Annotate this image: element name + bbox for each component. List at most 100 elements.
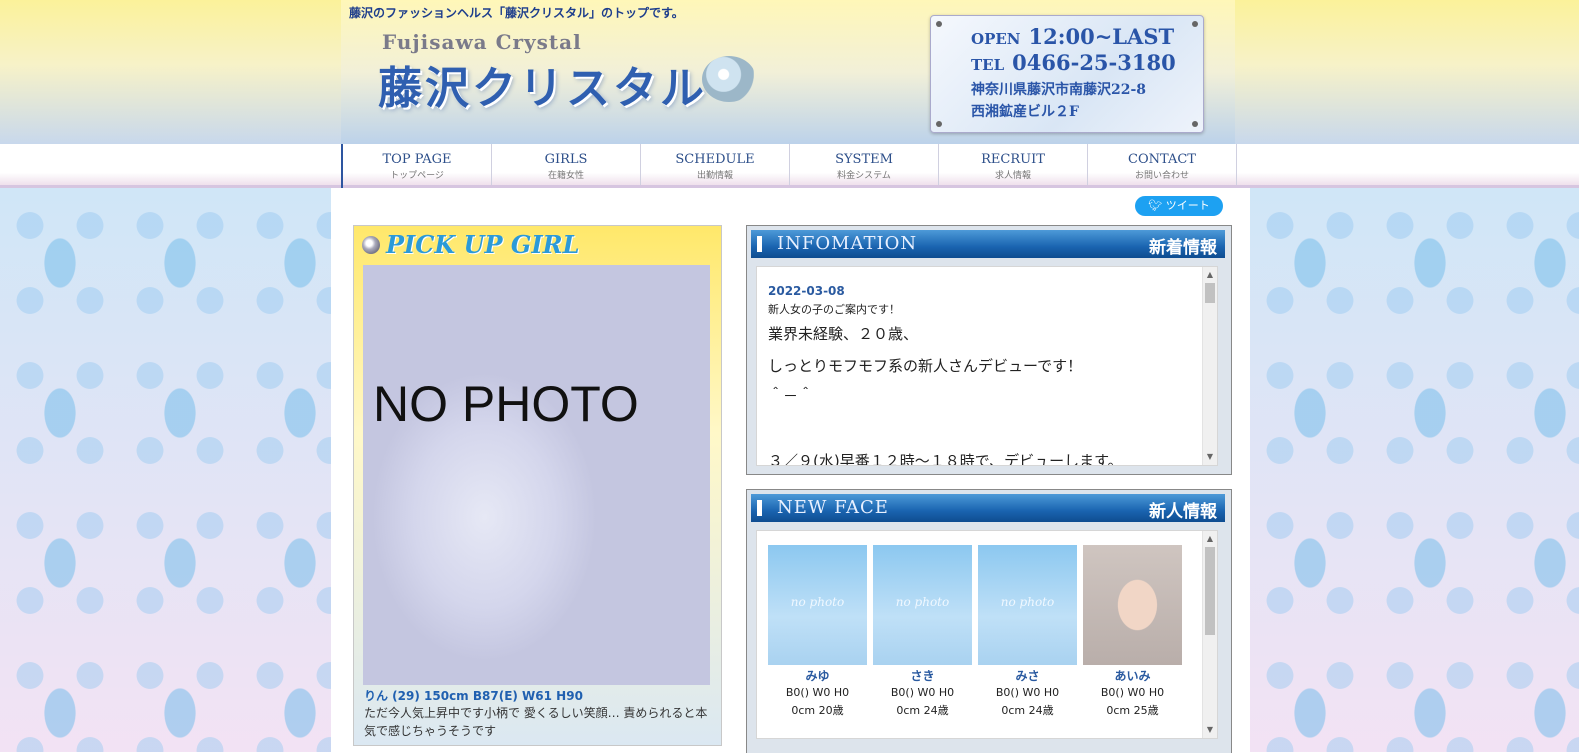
girl-measurements: B0() W0 H0 <box>785 686 850 699</box>
nav-item-sublabel: 出勤情報 <box>696 171 733 181</box>
info-line: 業界未経験、２０歳、 <box>768 325 919 343</box>
info-line: しっとりモフモフ系の新人さんデビューです！ <box>768 357 1083 375</box>
logo-japanese[interactable]: 藤沢クリスタル <box>378 52 707 116</box>
nav-item-schedule[interactable]: SCHEDULE 出勤情報 <box>641 144 790 185</box>
new-face-card[interactable]: no photo さき B0() W0 H0 0cm 24歳 <box>873 545 972 720</box>
nav-item-label: SYSTEM <box>835 152 893 167</box>
nav-item-label: SCHEDULE <box>675 152 755 167</box>
screw-icon <box>936 21 942 27</box>
tweet-label: ツイート <box>1165 199 1210 212</box>
new-face-scroll-area[interactable]: no photo みゆ B0() W0 H0 0cm 20歳 no photo … <box>756 530 1218 739</box>
nav-item-system[interactable]: SYSTEM 料金システム <box>790 144 939 185</box>
nav-item-label: CONTACT <box>1128 152 1196 167</box>
no-photo-text: no photo <box>790 595 845 609</box>
scroll-thumb[interactable] <box>1205 283 1215 303</box>
girl-name[interactable]: みゆ <box>768 667 867 684</box>
scroll-down-icon[interactable]: ▼ <box>1203 451 1217 463</box>
girl-measurements: B0() W0 H0 <box>890 686 955 699</box>
header-bar-icon <box>757 236 762 252</box>
new-face-panel: NEW FACE 新人情報 no photo みゆ B0() W0 H0 0cm… <box>746 489 1232 753</box>
info-date: 2022-03-08 <box>768 284 845 298</box>
info-line: ３／９(水)早番１２時～１８時で、デビューします。 <box>768 452 1123 466</box>
screw-icon <box>1192 21 1198 27</box>
information-title-jp: 新着情報 <box>1149 238 1217 258</box>
no-photo-text: no photo <box>895 595 950 609</box>
tel-number[interactable]: 0466-25-3180 <box>1012 50 1176 75</box>
new-face-card[interactable]: あいみ B0() W0 H0 0cm 25歳 <box>1083 545 1182 720</box>
address-line-1: 神奈川県藤沢市南藤沢22-8 <box>971 82 1147 98</box>
pickup-title: PICK UP GIRL <box>386 230 580 259</box>
girl-name[interactable]: さき <box>873 667 972 684</box>
girl-photo[interactable]: no photo <box>873 545 972 665</box>
information-header: INFOMATION 新着情報 <box>751 230 1225 258</box>
site-header: 藤沢のファッションヘルス「藤沢クリスタル」のトップです。 Fujisawa Cr… <box>0 0 1579 144</box>
girl-name[interactable]: あいみ <box>1083 667 1182 684</box>
screw-icon <box>1192 121 1198 127</box>
scroll-up-icon[interactable]: ▲ <box>1203 269 1217 281</box>
new-face-card[interactable]: no photo みさ B0() W0 H0 0cm 24歳 <box>978 545 1077 720</box>
new-face-scrollbar[interactable]: ▲ ▼ <box>1202 531 1217 738</box>
screw-icon <box>936 121 942 127</box>
page-tagline: 藤沢のファッションヘルス「藤沢クリスタル」のトップです。 <box>349 6 684 20</box>
girl-height-age: 0cm 20歳 <box>791 704 844 717</box>
no-photo-text: no photo <box>1000 595 1055 609</box>
open-hours: 12:00~LAST <box>1028 24 1175 49</box>
no-photo-text: NO PHOTO <box>373 376 639 432</box>
girl-name[interactable]: みさ <box>978 667 1077 684</box>
tweet-button[interactable]: 🐦︎ ツイート <box>1135 196 1223 216</box>
girl-photo[interactable] <box>1083 545 1182 665</box>
nav-item-sublabel: お問い合わせ <box>1134 171 1189 181</box>
new-face-card[interactable]: no photo みゆ B0() W0 H0 0cm 20歳 <box>768 545 867 720</box>
crystal-icon <box>362 236 380 254</box>
nav-item-contact[interactable]: CONTACT お問い合わせ <box>1088 144 1237 185</box>
info-scrollbar[interactable]: ▲ ▼ <box>1202 267 1217 465</box>
main-nav: TOP PAGE トップページ GIRLS 在籍女性 SCHEDULE 出勤情報… <box>0 144 1579 188</box>
nav-item-top-page[interactable]: TOP PAGE トップページ <box>343 144 492 185</box>
pickup-description: ただ今人気上昇中です小柄で 愛くるしい笑顔… 責められると本気で感じちゃうそうで… <box>364 706 708 738</box>
nav-item-sublabel: 求人情報 <box>994 171 1031 181</box>
girl-photo[interactable]: no photo <box>978 545 1077 665</box>
logo-english: Fujisawa Crystal <box>382 30 582 54</box>
nav-item-recruit[interactable]: RECRUIT 求人情報 <box>939 144 1088 185</box>
new-face-header: NEW FACE 新人情報 <box>751 494 1225 522</box>
address-line-2: 西湘鉱産ビル２F <box>971 104 1079 120</box>
tel-label: TEL <box>971 56 1005 74</box>
girl-height-age: 0cm 24歳 <box>1001 704 1054 717</box>
pickup-girl-panel: PICK UP GIRL NO PHOTO りん (29) 150cm B87(… <box>353 225 722 746</box>
header-bar-icon <box>757 500 762 516</box>
girl-height-age: 0cm 25歳 <box>1106 704 1159 717</box>
information-scroll-area[interactable]: 2022-03-08 新人女の子のご案内です！ 業界未経験、２０歳、 しっとりモ… <box>756 266 1218 466</box>
shop-info-panel: OPEN 12:00~LAST TEL 0466-25-3180 神奈川県藤沢市南藤… <box>930 15 1204 133</box>
main-content: 🐦︎ ツイート PICK UP GIRL NO PHOTO りん (29) 15… <box>331 188 1244 753</box>
open-label: OPEN <box>971 30 1021 48</box>
nav-item-label: TOP PAGE <box>382 152 452 167</box>
new-face-list: no photo みゆ B0() W0 H0 0cm 20歳 no photo … <box>768 545 1182 720</box>
twitter-bird-icon: 🐦︎ <box>1148 199 1163 212</box>
new-face-title-en: NEW FACE <box>777 497 889 518</box>
nav-item-girls[interactable]: GIRLS 在籍女性 <box>492 144 641 185</box>
nav-item-label: RECRUIT <box>981 152 1045 167</box>
info-line: ＾－＾ <box>768 387 814 405</box>
girl-measurements: B0() W0 H0 <box>995 686 1060 699</box>
girl-measurements: B0() W0 H0 <box>1100 686 1165 699</box>
tel-row: TEL 0466-25-3180 <box>971 50 1176 75</box>
information-title-en: INFOMATION <box>777 233 918 254</box>
scroll-up-icon[interactable]: ▲ <box>1203 533 1217 545</box>
nav-item-sublabel: 在籍女性 <box>547 171 584 181</box>
nav-item-label: GIRLS <box>544 152 588 167</box>
girl-photo[interactable]: no photo <box>768 545 867 665</box>
scroll-down-icon[interactable]: ▼ <box>1203 724 1217 736</box>
nav-item-sublabel: トップページ <box>390 171 444 181</box>
header-banner: 藤沢のファッションヘルス「藤沢クリスタル」のトップです。 Fujisawa Cr… <box>341 0 1235 144</box>
pickup-photo[interactable]: NO PHOTO <box>363 265 710 685</box>
damask-background-right <box>1250 188 1579 752</box>
new-face-title-jp: 新人情報 <box>1149 502 1217 522</box>
info-headline: 新人女の子のご案内です！ <box>768 303 900 316</box>
girl-height-age: 0cm 24歳 <box>896 704 949 717</box>
open-hours-row: OPEN 12:00~LAST <box>971 24 1174 49</box>
information-panel: INFOMATION 新着情報 2022-03-08 新人女の子のご案内です！ … <box>746 225 1232 475</box>
nav-item-sublabel: 料金システム <box>837 171 891 181</box>
damask-background-left <box>0 188 331 752</box>
scroll-thumb[interactable] <box>1205 547 1215 635</box>
pickup-profile[interactable]: りん (29) 150cm B87(E) W61 H90 <box>364 687 583 704</box>
